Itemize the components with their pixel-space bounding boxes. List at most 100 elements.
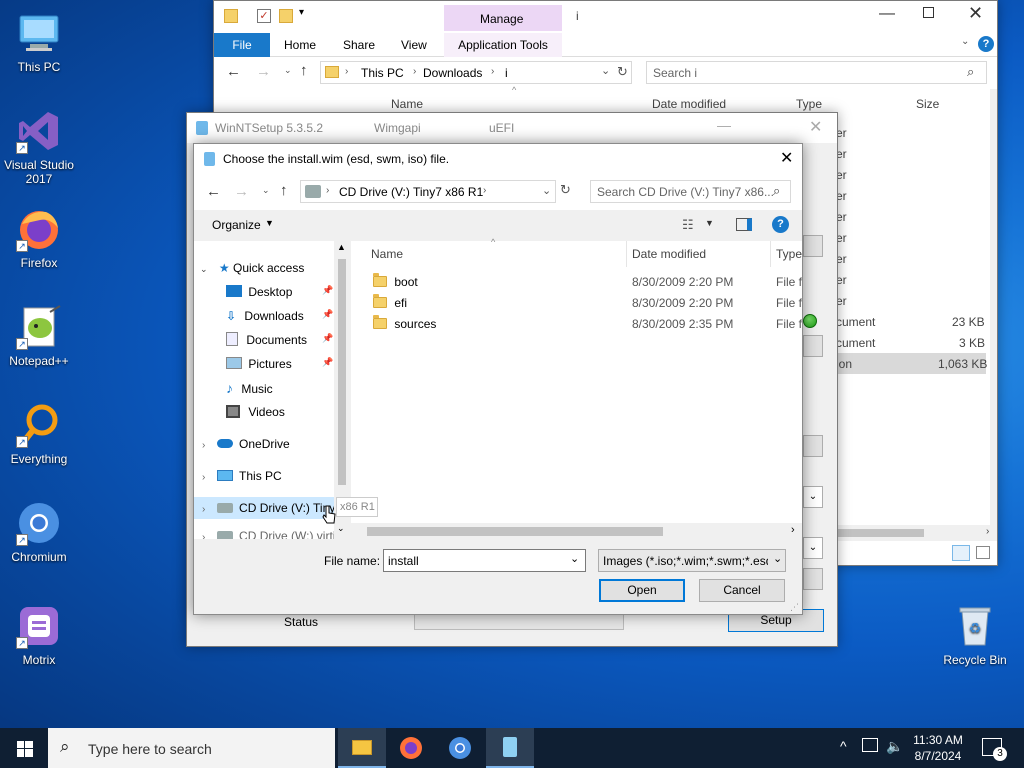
nav-quick-access[interactable]: ⌄ ★ Quick access xyxy=(200,257,304,279)
taskbar-file-explorer[interactable] xyxy=(338,728,386,768)
close-button[interactable]: ✕ xyxy=(780,148,793,168)
up-arrow-icon[interactable]: ↑ xyxy=(300,62,308,79)
nav-videos[interactable]: Videos xyxy=(226,401,285,423)
nav-downloads[interactable]: ⇩ Downloads xyxy=(226,305,304,327)
explorer-search-box[interactable]: Search i ⌕ xyxy=(646,61,987,84)
help-icon[interactable]: ? xyxy=(772,216,789,233)
breadcrumb-downloads[interactable]: Downloads xyxy=(423,66,482,80)
resize-grip[interactable]: ⋰ xyxy=(790,602,799,613)
large-icons-view-icon[interactable] xyxy=(976,546,990,559)
nav-music[interactable]: ♪ Music xyxy=(226,377,273,399)
desktop-icon-everything[interactable]: ↗ Everything xyxy=(1,402,77,466)
back-arrow-icon[interactable]: ← xyxy=(226,63,241,80)
taskbar-search-box[interactable]: ⌕ Type here to search xyxy=(48,728,335,768)
pin-icon[interactable]: 📌 xyxy=(322,333,333,344)
desktop-icon-notepadpp[interactable]: ↗ Notepad++ xyxy=(1,304,77,368)
browse-button[interactable] xyxy=(803,235,823,257)
desktop-icon-chromium[interactable]: ↗ Chromium xyxy=(1,500,77,564)
forward-arrow-icon[interactable]: → xyxy=(234,183,249,200)
breadcrumb-this-pc[interactable]: This PC xyxy=(361,66,404,80)
column-size[interactable]: Size xyxy=(916,97,939,111)
tab-view[interactable]: View xyxy=(401,38,427,52)
maximize-button[interactable] xyxy=(923,7,934,18)
tab-home[interactable]: Home xyxy=(284,38,316,52)
close-button[interactable]: ✕ xyxy=(968,3,983,24)
column-date-modified[interactable]: Date modified xyxy=(632,247,706,261)
column-name[interactable]: Name xyxy=(391,97,423,111)
clock[interactable]: 11:30 AM 8/7/2024 xyxy=(906,732,970,764)
forward-arrow-icon[interactable]: → xyxy=(256,63,271,80)
tab-share[interactable]: Share xyxy=(343,38,375,52)
recent-dropdown-icon[interactable]: ⌄ xyxy=(284,65,292,76)
address-dropdown-icon[interactable]: ⌄ xyxy=(601,64,610,77)
nav-cd-drive-w[interactable]: › CD Drive (W:) virti xyxy=(202,525,335,539)
list-item-sources[interactable]: sources xyxy=(373,314,436,334)
new-folder-icon[interactable] xyxy=(279,9,293,23)
tab-file[interactable]: File xyxy=(214,33,270,57)
pin-icon[interactable]: 📌 xyxy=(322,309,333,320)
chevron-down-icon[interactable]: ⌄ xyxy=(961,36,969,47)
nav-onedrive[interactable]: › OneDrive xyxy=(202,433,290,455)
column-type[interactable]: Type xyxy=(796,97,822,111)
dialog-search-box[interactable]: Search CD Drive (V:) Tiny7 x86... ⌕ xyxy=(590,180,791,203)
chevron-down-icon[interactable]: ▼ xyxy=(265,218,274,228)
nav-desktop[interactable]: Desktop xyxy=(226,281,292,303)
help-icon[interactable]: ? xyxy=(978,36,994,52)
network-icon[interactable] xyxy=(862,738,878,752)
file-name-input[interactable]: install ⌄ xyxy=(383,549,586,572)
column-type[interactable]: Type xyxy=(776,247,802,261)
taskbar-chromium[interactable] xyxy=(436,728,484,768)
column-date-modified[interactable]: Date modified xyxy=(652,97,726,111)
properties-icon[interactable]: ✓ xyxy=(257,9,271,23)
file-type-select[interactable]: Images (*.iso;*.wim;*.swm;*.esd) ⌄ xyxy=(598,549,786,572)
quick-access-dropdown-icon[interactable]: ▾ xyxy=(299,7,304,18)
minimize-button[interactable]: — xyxy=(717,117,731,133)
options-button[interactable] xyxy=(803,435,823,457)
refresh-icon[interactable]: ↻ xyxy=(560,182,576,202)
back-arrow-icon[interactable]: ← xyxy=(206,183,221,200)
vertical-scrollbar[interactable] xyxy=(990,89,997,525)
option-button[interactable] xyxy=(803,568,823,590)
horizontal-scrollbar[interactable]: › xyxy=(351,523,802,539)
pin-icon[interactable]: 📌 xyxy=(322,285,333,296)
cancel-button[interactable]: Cancel xyxy=(699,579,785,602)
volume-icon[interactable]: 🔈 xyxy=(886,738,903,755)
details-view-icon[interactable] xyxy=(952,545,970,561)
preview-pane-icon[interactable] xyxy=(736,218,752,231)
show-hidden-icons-icon[interactable]: ^ xyxy=(840,738,847,754)
open-button[interactable]: Open xyxy=(599,579,685,602)
breadcrumb-i[interactable]: i xyxy=(505,66,508,80)
start-button[interactable] xyxy=(0,728,48,768)
nav-scrollbar[interactable]: ▲ ⌄ xyxy=(334,241,350,539)
explorer-address-bar[interactable]: › This PC › Downloads › i ⌄ ↻ xyxy=(320,61,632,84)
address-dropdown-icon[interactable]: ⌄ xyxy=(542,184,551,197)
close-button[interactable]: ✕ xyxy=(809,117,822,137)
notifications-icon[interactable]: 3 xyxy=(982,738,1007,761)
organize-button[interactable]: Organize xyxy=(212,218,261,232)
minimize-button[interactable]: — xyxy=(879,5,895,23)
browse-button[interactable] xyxy=(803,335,823,357)
chevron-down-icon[interactable]: ⌄ xyxy=(570,552,579,565)
dropdown[interactable]: ⌄ xyxy=(803,486,823,508)
desktop-icon-this-pc[interactable]: This PC xyxy=(1,10,77,74)
tab-application-tools[interactable]: Application Tools xyxy=(444,33,562,57)
view-dropdown-icon[interactable]: ▼ xyxy=(705,218,714,228)
dialog-address-bar[interactable]: › CD Drive (V:) Tiny7 x86 R1 › ⌄ xyxy=(300,180,556,203)
refresh-icon[interactable]: ↻ xyxy=(617,64,628,80)
column-name[interactable]: Name xyxy=(371,247,403,261)
desktop-icon-motrix[interactable]: ↗ Motrix xyxy=(1,603,77,667)
breadcrumb-cd-drive[interactable]: CD Drive (V:) Tiny7 x86 R1 xyxy=(339,185,483,199)
nav-documents[interactable]: Documents xyxy=(226,329,307,351)
desktop-icon-recycle-bin[interactable]: ♻ Recycle Bin xyxy=(936,603,1014,667)
desktop-icon-firefox[interactable]: ↗ Firefox xyxy=(1,206,77,270)
list-item-efi[interactable]: efi xyxy=(373,293,407,313)
desktop-icon-visual-studio[interactable]: ↗ Visual Studio 2017 xyxy=(1,108,77,186)
nav-this-pc[interactable]: › This PC xyxy=(202,465,282,487)
nav-pictures[interactable]: Pictures xyxy=(226,353,292,375)
taskbar-winntsetup[interactable] xyxy=(486,728,534,768)
list-item-boot[interactable]: boot xyxy=(373,272,418,292)
recent-dropdown-icon[interactable]: ⌄ xyxy=(262,185,270,196)
change-view-icon[interactable]: ☷ xyxy=(682,217,694,233)
pin-icon[interactable]: 📌 xyxy=(322,357,333,368)
taskbar-firefox[interactable] xyxy=(387,728,435,768)
